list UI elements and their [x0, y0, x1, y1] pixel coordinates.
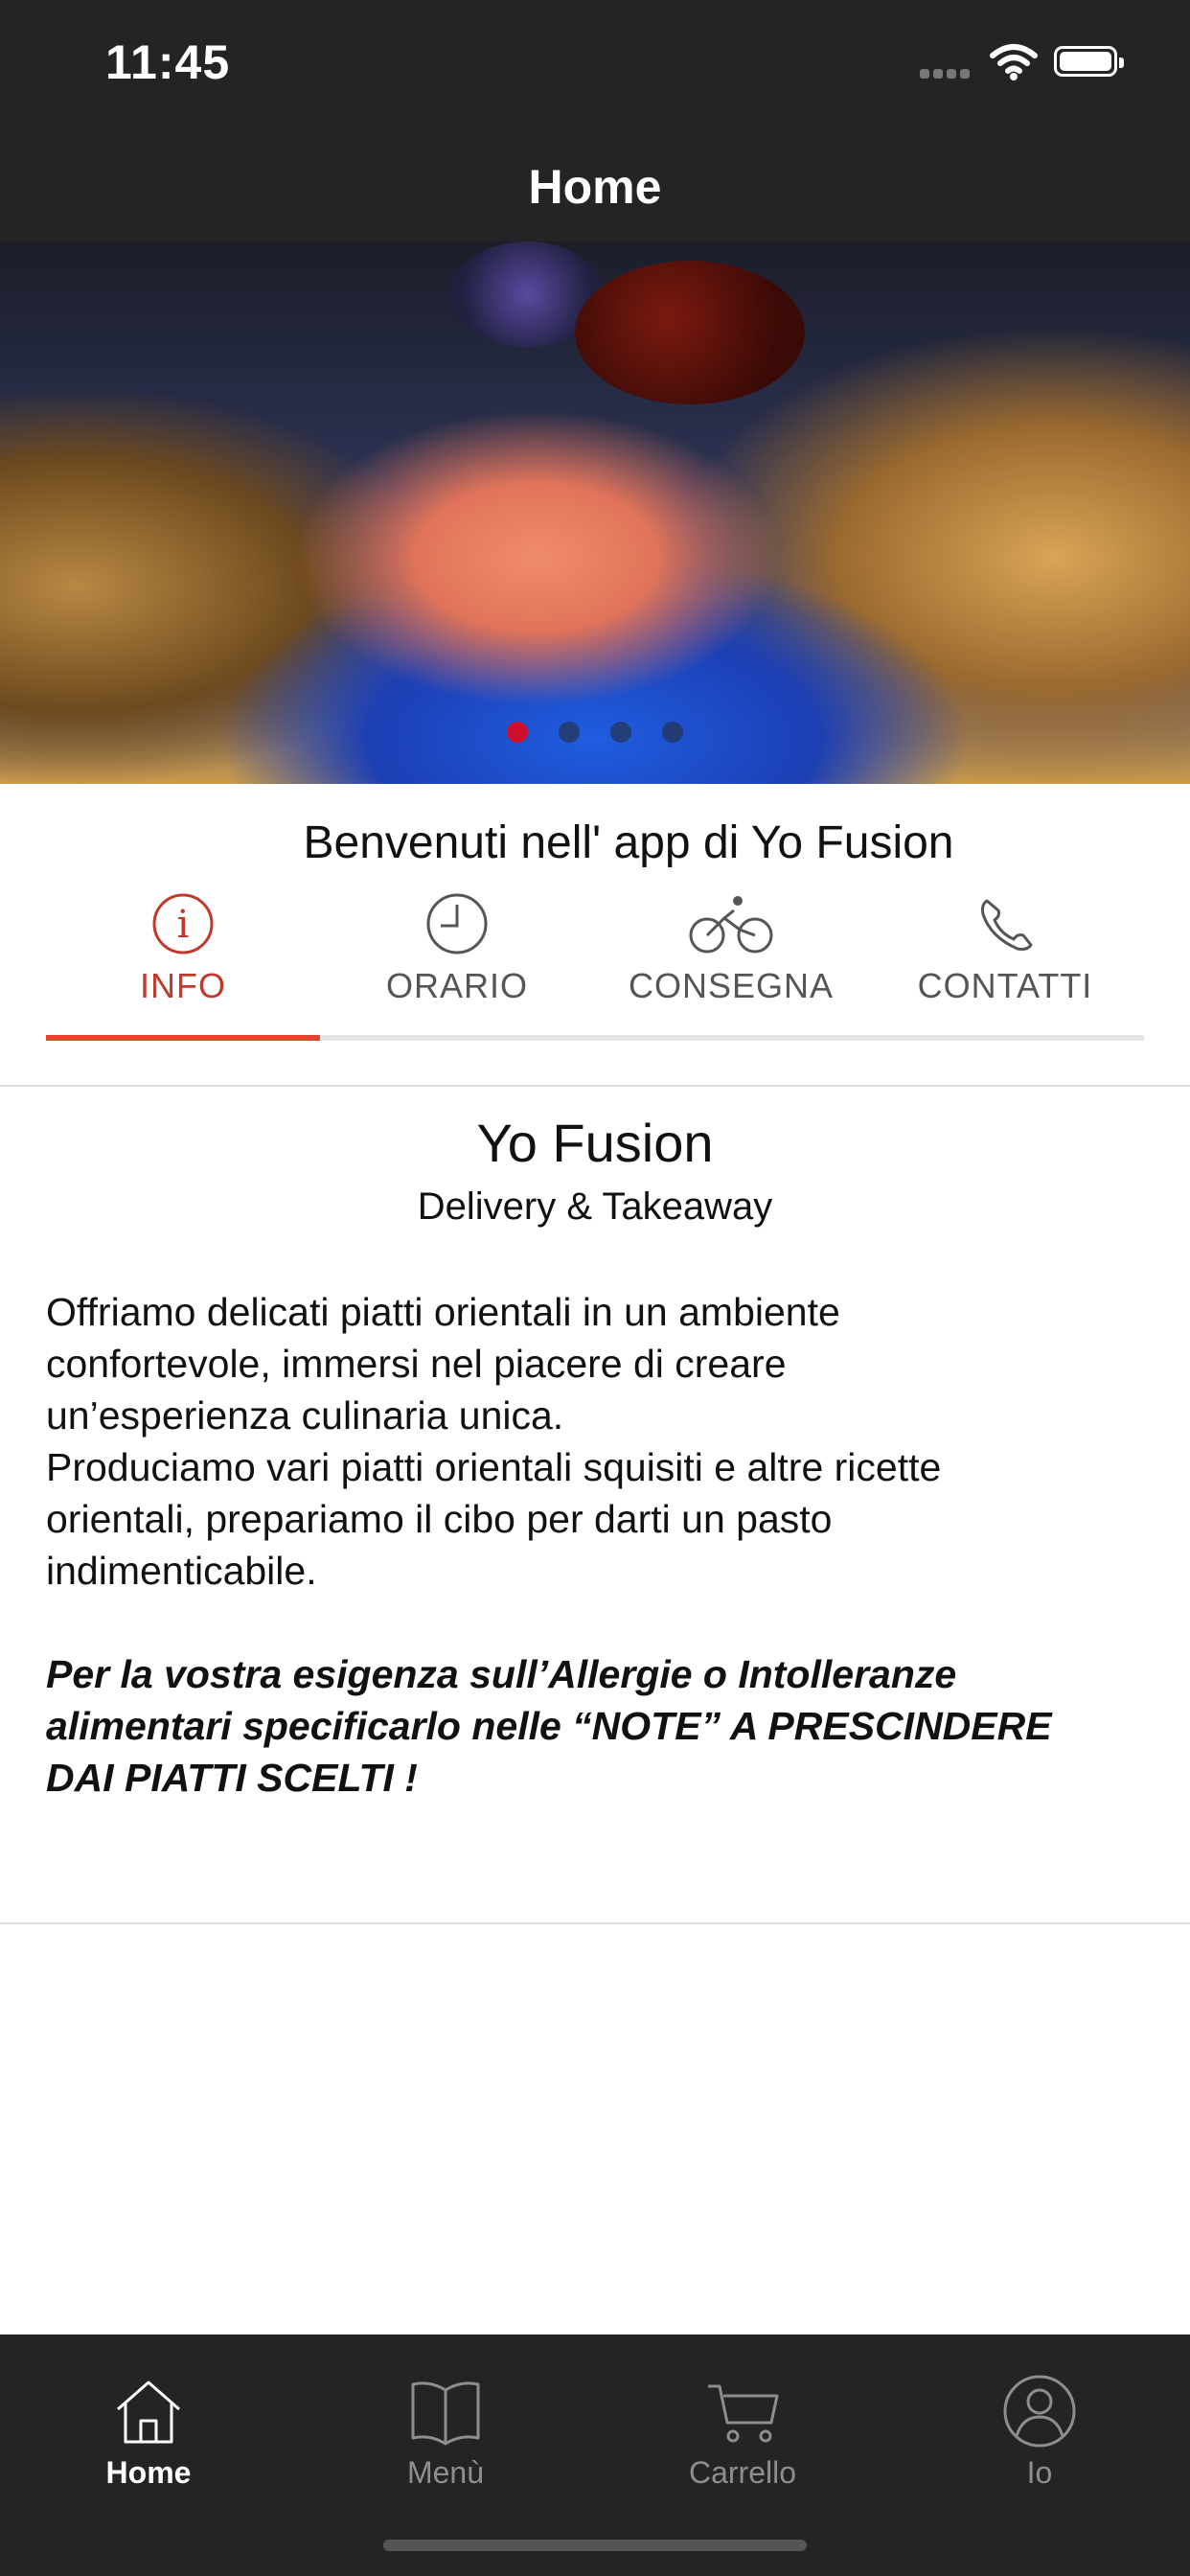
- cellular-signal-icon: [920, 69, 977, 79]
- book-icon: [411, 2381, 480, 2446]
- carousel-page-indicator[interactable]: [0, 722, 1190, 748]
- bottom-tab-profile[interactable]: Io: [925, 2354, 1155, 2490]
- carousel-dot[interactable]: [662, 722, 683, 743]
- page-title: Home: [528, 160, 662, 214]
- bottom-tab-cart[interactable]: Carrello: [628, 2354, 858, 2490]
- bottom-tab-label: Io: [1026, 2455, 1053, 2490]
- carousel-dot[interactable]: [507, 722, 528, 743]
- carousel-dot[interactable]: [559, 722, 580, 743]
- phone-icon: [981, 899, 1033, 951]
- tab-label: INFO: [140, 966, 226, 1005]
- restaurant-description: Offriamo delicati piatti orientali in un…: [46, 1290, 942, 1593]
- restaurant-name: Yo Fusion: [476, 1113, 714, 1173]
- top-bar: 11:45 Home: [0, 0, 1190, 242]
- welcome-text: Benvenuti nell' app di Yo Fusion: [303, 817, 954, 868]
- restaurant-subtitle: Delivery & Takeaway: [417, 1185, 773, 1228]
- hero-image-detail: [575, 261, 805, 404]
- tab-contatti[interactable]: CONTATTI: [868, 891, 1142, 1045]
- bottom-tab-label: Home: [105, 2455, 192, 2490]
- wifi-icon: [990, 44, 1038, 80]
- tab-label: CONSEGNA: [628, 966, 835, 1005]
- tab-info[interactable]: i INFO: [46, 891, 320, 1045]
- tab-label: CONTATTI: [917, 966, 1093, 1005]
- hero-carousel[interactable]: [0, 242, 1190, 784]
- bicycle-icon: [689, 896, 773, 954]
- home-indicator[interactable]: [383, 2540, 807, 2551]
- tab-active-indicator: [46, 1035, 320, 1041]
- clock-icon: [426, 893, 488, 954]
- cart-icon: [708, 2384, 779, 2443]
- svg-text:i: i: [177, 903, 190, 947]
- divider: [0, 1085, 1190, 1087]
- bottom-tab-home[interactable]: Home: [34, 2354, 263, 2490]
- info-tabs: i INFO ORARIO CONSEGNA CONTATTI: [46, 891, 1144, 1045]
- tab-label: ORARIO: [385, 966, 528, 1005]
- info-content: Yo Fusion Delivery & Takeaway Offriamo d…: [46, 1112, 1144, 1804]
- divider: [0, 1922, 1190, 1924]
- allergy-note: Per la vostra esigenza sull’Allergie o I…: [46, 1652, 1052, 1800]
- info-icon: i: [152, 893, 214, 954]
- home-icon: [117, 2380, 180, 2444]
- status-time: 11:45: [105, 35, 231, 89]
- carousel-dot[interactable]: [610, 722, 631, 743]
- user-icon: [1003, 2375, 1076, 2448]
- bottom-tab-label: Menù: [406, 2455, 485, 2490]
- bottom-tab-menu[interactable]: Menù: [331, 2354, 561, 2490]
- tab-orario[interactable]: ORARIO: [320, 891, 594, 1045]
- tab-consegna[interactable]: CONSEGNA: [594, 891, 868, 1045]
- battery-icon: [1054, 46, 1124, 77]
- status-icons: [920, 42, 1131, 84]
- bottom-tab-label: Carrello: [688, 2455, 797, 2490]
